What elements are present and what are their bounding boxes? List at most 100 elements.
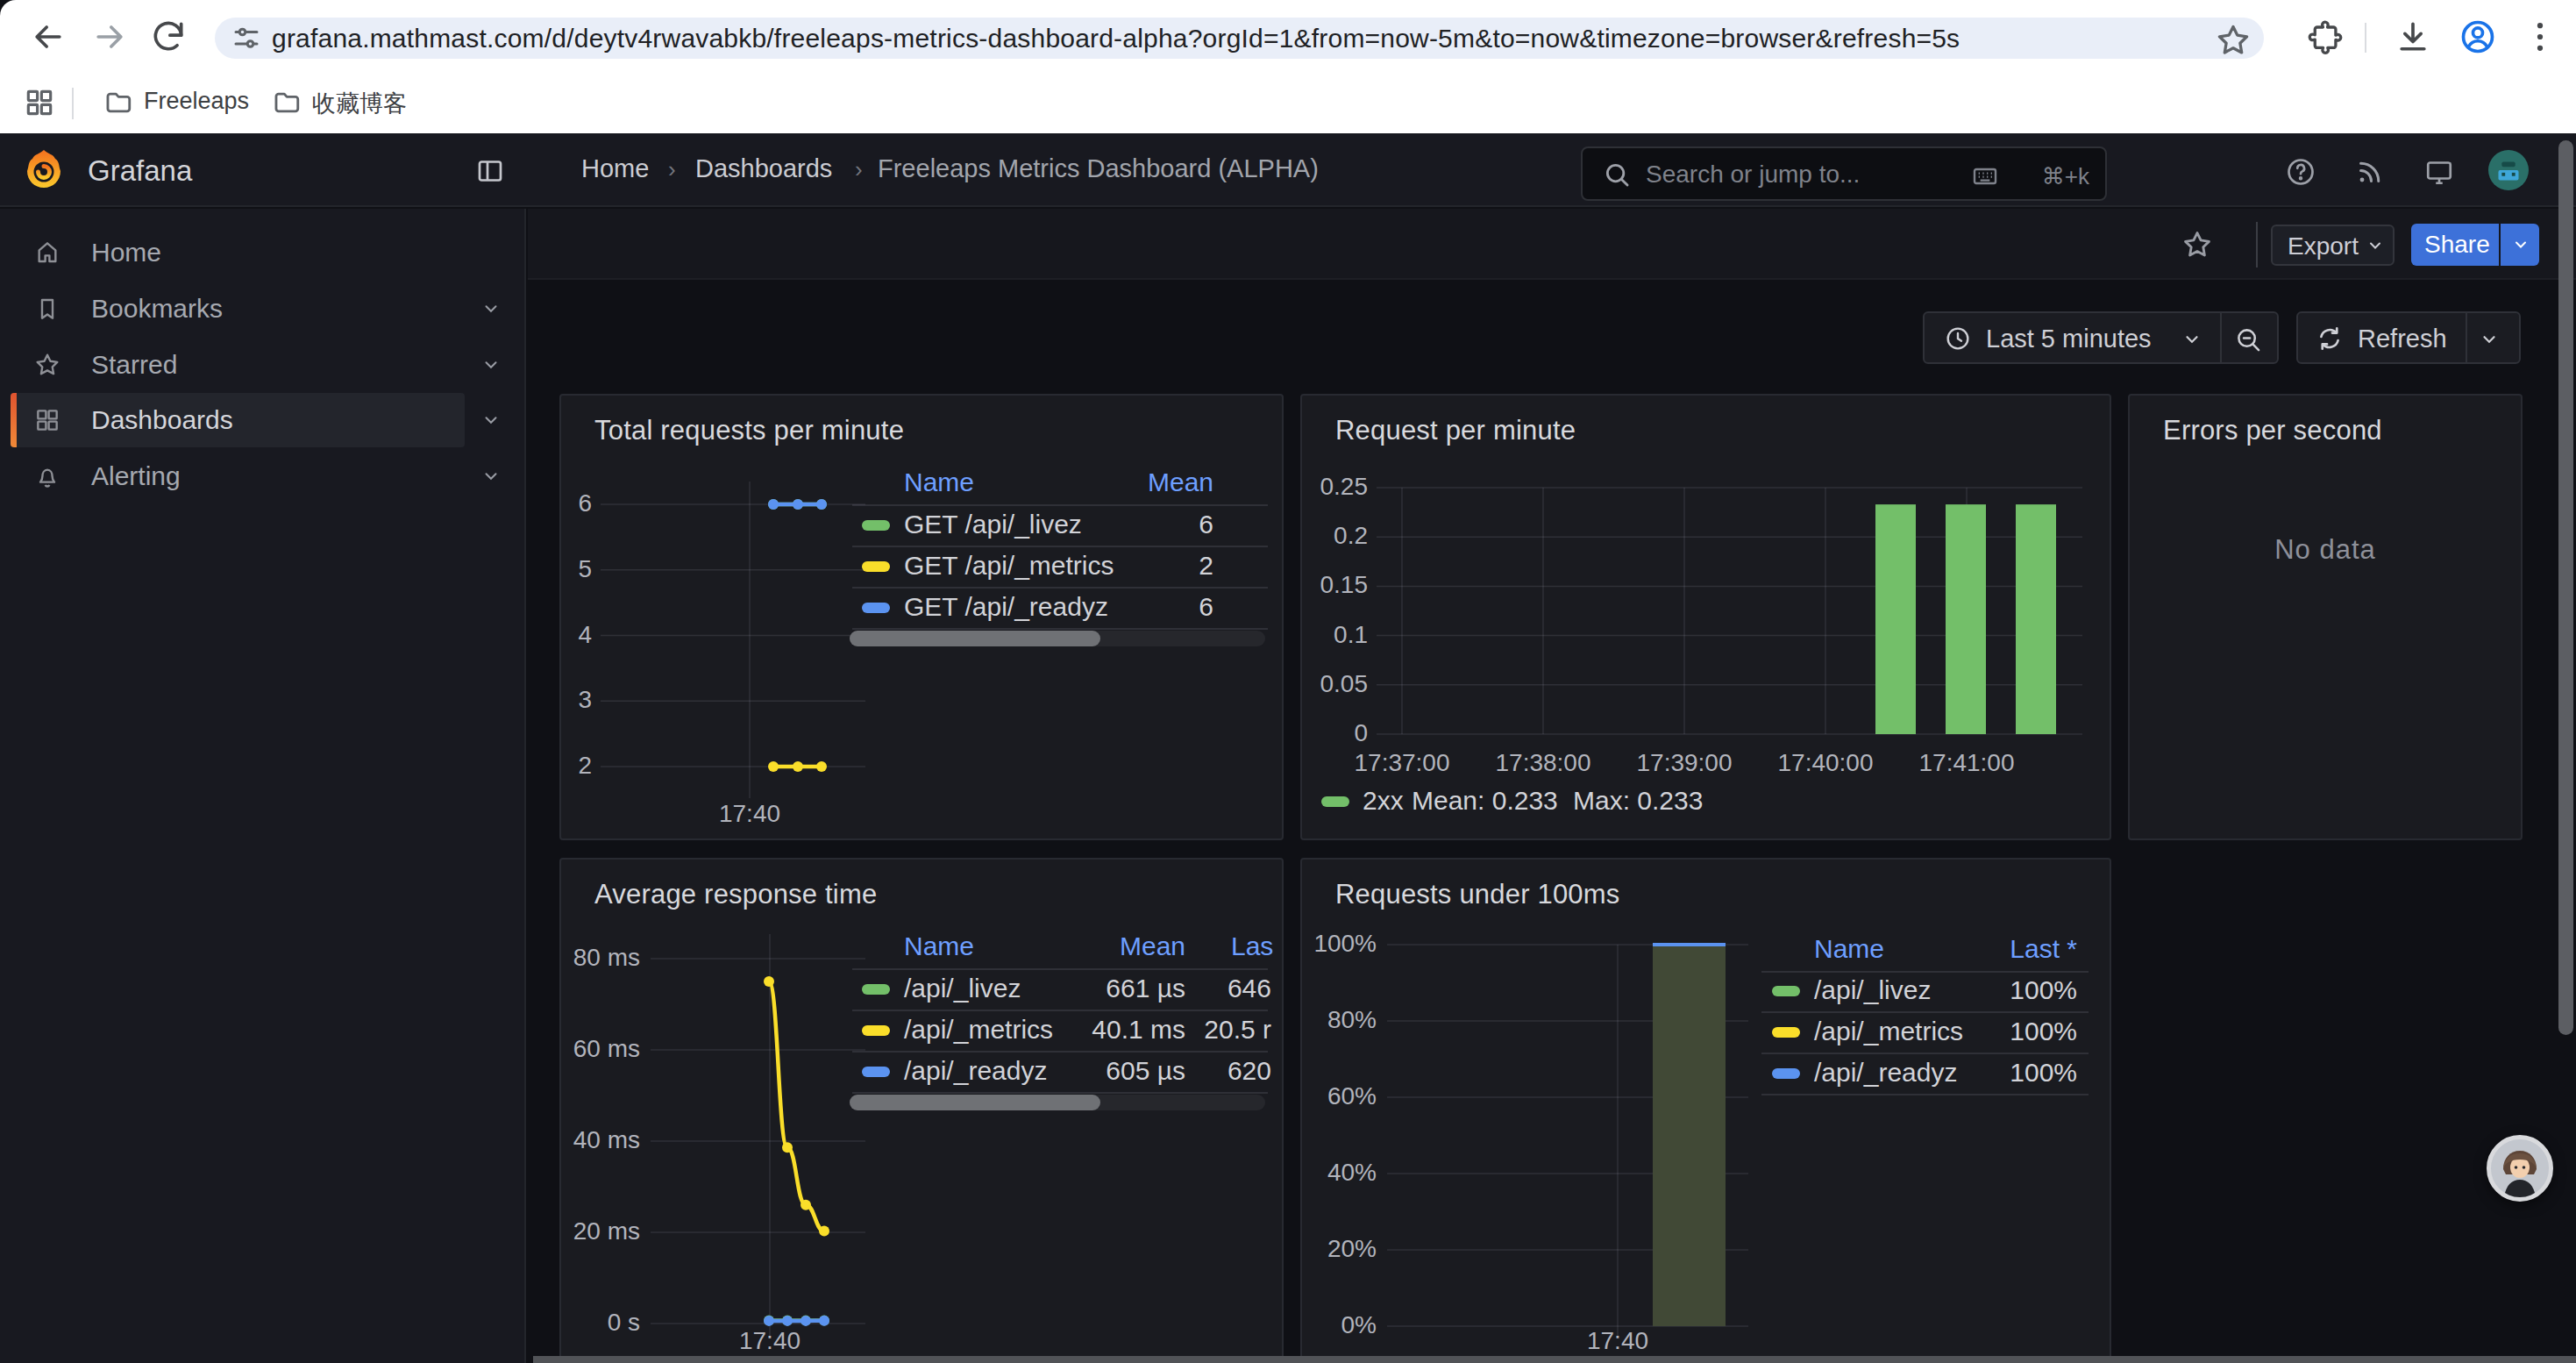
sidebar-item-bookmarks[interactable]: Bookmarks bbox=[11, 282, 516, 336]
y-axis-label: 100% bbox=[1300, 930, 1377, 958]
segment-divider bbox=[2220, 313, 2222, 362]
time-range-label: Last 5 minutes bbox=[1986, 325, 2152, 353]
profile-icon[interactable] bbox=[2459, 18, 2497, 56]
legend-series-mean: 605 µs bbox=[1054, 1056, 1185, 1086]
y-axis-label: 5 bbox=[559, 555, 592, 583]
legend-row-separator bbox=[852, 504, 1268, 506]
legend-series-last: 620 bbox=[1171, 1056, 1271, 1086]
legend-series-mean: 661 µs bbox=[1054, 974, 1185, 1003]
legend-series-mean: Mean: 0.233 bbox=[1412, 786, 1558, 816]
sidebar-item-label: Home bbox=[91, 238, 161, 268]
legend-scrollbar-thumb[interactable] bbox=[850, 631, 1100, 646]
rss-icon[interactable] bbox=[2354, 156, 2386, 188]
bookmark-label: 收藏博客 bbox=[312, 88, 407, 119]
legend-series-mean: 2 bbox=[1108, 551, 1213, 581]
export-label: Export bbox=[2288, 232, 2359, 260]
breadcrumb-separator: › bbox=[855, 156, 863, 183]
legend-header-mean: Mean bbox=[1108, 467, 1213, 497]
star-dashboard-icon[interactable] bbox=[2181, 228, 2214, 261]
legend-series-name: GET /api/_metrics bbox=[904, 551, 1114, 581]
sidebar-item-starred[interactable]: Starred bbox=[11, 338, 516, 392]
chevron-down-icon[interactable] bbox=[481, 355, 501, 375]
browser-toolbar: grafana.mathmast.com/d/deytv4rwavabkb/fr… bbox=[0, 0, 2576, 74]
x-axis-label: 17:38:00 bbox=[1464, 749, 1622, 777]
site-settings-icon[interactable] bbox=[231, 23, 262, 54]
search-input[interactable]: Search or jump to... ⌘+k bbox=[1581, 146, 2107, 201]
forward-icon[interactable] bbox=[90, 18, 129, 56]
panel-request-per-minute: Request per minute00.050.10.150.20.2517:… bbox=[1300, 394, 2111, 840]
apps-grid-icon[interactable] bbox=[23, 86, 56, 119]
horizontal-scrollbar[interactable] bbox=[533, 1356, 2576, 1363]
y-axis-label: 40 ms bbox=[559, 1126, 640, 1154]
refresh-button[interactable]: Refresh bbox=[2296, 311, 2521, 364]
sidebar-item-dashboards[interactable]: Dashboards bbox=[11, 393, 465, 447]
refresh-icon bbox=[2316, 325, 2344, 353]
url-bar[interactable]: grafana.mathmast.com/d/deytv4rwavabkb/fr… bbox=[215, 18, 2264, 59]
y-axis-label: 3 bbox=[559, 686, 592, 714]
share-dropdown-button[interactable] bbox=[2501, 224, 2539, 266]
legend-series-mean: 40.1 ms bbox=[1054, 1015, 1185, 1045]
sidebar-item-label: Starred bbox=[91, 350, 177, 380]
toolbar-divider bbox=[2365, 23, 2366, 53]
series-color-pill bbox=[862, 603, 890, 613]
bookmark-star-icon[interactable] bbox=[2214, 21, 2252, 60]
apps-icon bbox=[33, 406, 61, 434]
sidebar-item-home[interactable]: Home bbox=[11, 225, 516, 280]
vertical-scrollbar[interactable] bbox=[2558, 140, 2573, 1035]
y-axis-label: 80% bbox=[1300, 1006, 1377, 1034]
y-axis-label: 40% bbox=[1300, 1159, 1377, 1187]
breadcrumb-dashboards[interactable]: Dashboards bbox=[695, 154, 832, 183]
legend-row-separator bbox=[1761, 1053, 2089, 1054]
monitor-icon[interactable] bbox=[2423, 156, 2455, 188]
search-shortcut: ⌘+k bbox=[2042, 163, 2089, 190]
no-data-message: No data bbox=[2130, 534, 2521, 566]
search-icon bbox=[1602, 160, 1632, 189]
bookmarks-divider bbox=[72, 88, 74, 119]
legend-series-name: /api/_livez bbox=[904, 974, 1021, 1003]
legend-scrollbar-thumb[interactable] bbox=[850, 1095, 1100, 1110]
chevron-down-icon[interactable] bbox=[481, 299, 501, 318]
browser-chrome: grafana.mathmast.com/d/deytv4rwavabkb/fr… bbox=[0, 0, 2576, 133]
series-color-pill bbox=[1772, 986, 1800, 996]
legend-series-name: /api/_metrics bbox=[1814, 1017, 1963, 1046]
chevron-down-icon[interactable] bbox=[481, 467, 501, 486]
zoom-out-icon[interactable] bbox=[2233, 325, 2263, 354]
reload-icon[interactable] bbox=[149, 18, 188, 56]
download-icon[interactable] bbox=[2394, 18, 2432, 56]
sidebar-item-alerting[interactable]: Alerting bbox=[11, 449, 516, 503]
actions-divider bbox=[2256, 222, 2258, 268]
panel-title[interactable]: Errors per second bbox=[2163, 415, 2382, 446]
assistant-avatar[interactable] bbox=[2487, 1135, 2553, 1202]
help-icon[interactable] bbox=[2285, 156, 2316, 188]
legend-row-separator bbox=[852, 1092, 1268, 1094]
folder-icon bbox=[272, 88, 302, 118]
series-color-pill bbox=[862, 520, 890, 531]
url-text[interactable]: grafana.mathmast.com/d/deytv4rwavabkb/fr… bbox=[272, 24, 1960, 54]
legend-series-last: 100% bbox=[1954, 1058, 2077, 1088]
extensions-icon[interactable] bbox=[2306, 18, 2345, 56]
refresh-interval-chevron-icon[interactable] bbox=[2480, 330, 2499, 349]
bookmark-icon bbox=[33, 295, 61, 323]
search-placeholder: Search or jump to... bbox=[1646, 161, 1860, 189]
back-icon[interactable] bbox=[29, 18, 68, 56]
export-button[interactable]: Export bbox=[2271, 225, 2395, 266]
y-axis-label: 0.1 bbox=[1300, 621, 1368, 649]
grafana-header: Grafana Home › Dashboards › Freeleaps Me… bbox=[0, 133, 2576, 207]
time-range-picker[interactable]: Last 5 minutes bbox=[1923, 311, 2279, 364]
legend-series-name: 2xx bbox=[1363, 786, 1404, 816]
user-avatar[interactable] bbox=[2488, 150, 2529, 190]
share-button[interactable]: Share bbox=[2411, 224, 2499, 266]
x-axis-label: 17:40 bbox=[1539, 1327, 1697, 1355]
menu-dots-icon[interactable] bbox=[2521, 18, 2559, 56]
x-axis-label: 17:40 bbox=[671, 800, 829, 828]
chevron-down-icon[interactable] bbox=[481, 410, 501, 430]
dashboard-canvas: Last 5 minutes Refresh bbox=[528, 280, 2576, 1363]
breadcrumb-home[interactable]: Home bbox=[581, 154, 649, 183]
legend-header-last: Las bbox=[1231, 931, 1273, 961]
panel-errors-per-second: Errors per second No data bbox=[2128, 394, 2523, 840]
series-color-pill bbox=[862, 1025, 890, 1036]
sidebar-toggle-icon[interactable] bbox=[474, 155, 506, 187]
star-icon bbox=[33, 351, 61, 379]
y-axis-label: 20 ms bbox=[559, 1217, 640, 1245]
legend-row-separator bbox=[1761, 1011, 2089, 1013]
